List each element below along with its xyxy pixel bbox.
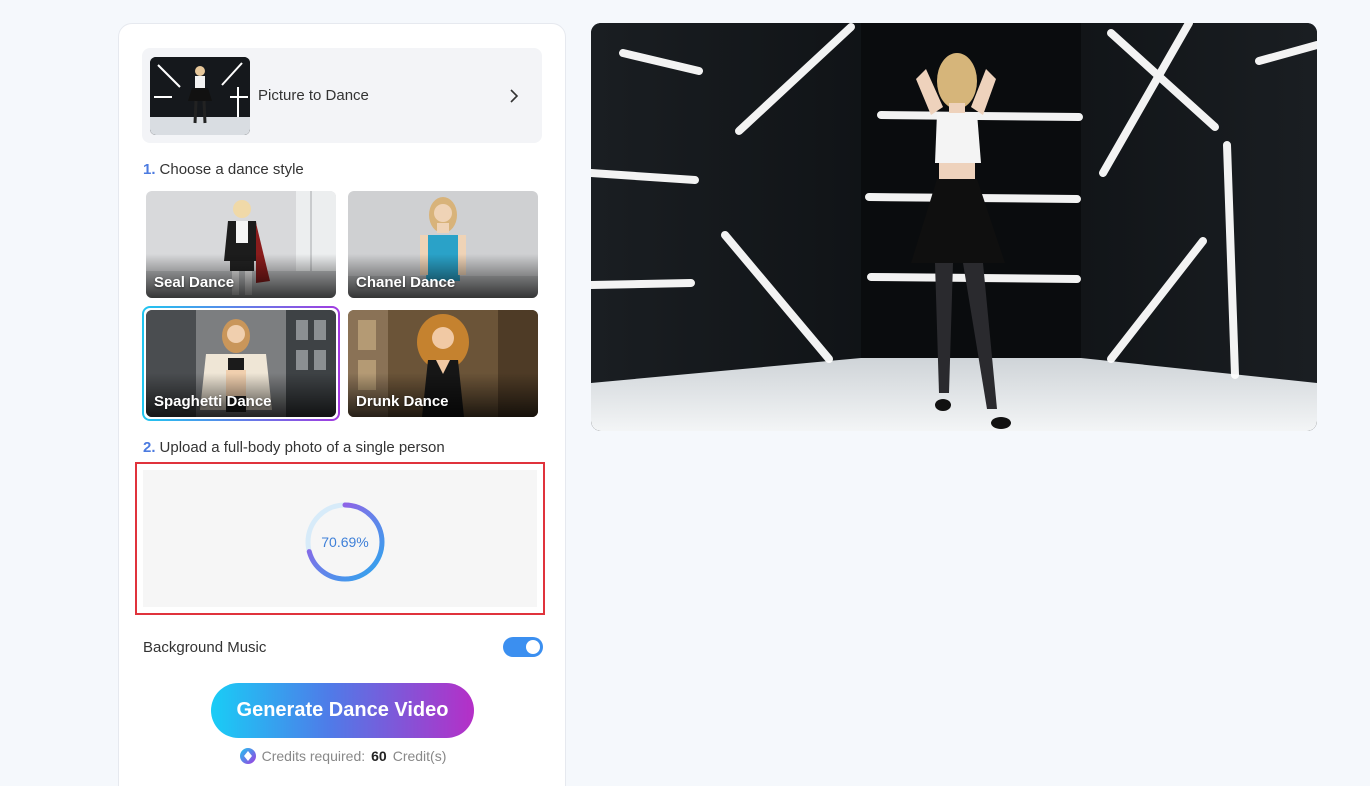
step-1-title: 1. Choose a dance style (143, 161, 304, 178)
chevron-right-icon (510, 88, 519, 103)
page: Picture to Dance 1.Choose a dance style (0, 0, 1370, 786)
style-name: Spaghetti Dance (154, 393, 272, 410)
generate-dance-video-button[interactable]: Generate Dance Video (211, 683, 474, 738)
credits-amount: 60 (371, 748, 387, 764)
upload-inner: 70.69% (143, 470, 537, 607)
dance-style-grid: Seal Dance Chanel Dance Spaghetti Dance … (142, 191, 540, 421)
background-music-row: Background Music (143, 636, 543, 658)
dance-preview-video[interactable] (591, 23, 1317, 431)
credits-info: Credits required: 60 Credit(s) (119, 748, 567, 764)
style-name: Seal Dance (154, 274, 235, 291)
settings-panel: Picture to Dance 1.Choose a dance style (118, 23, 566, 786)
style-card-drunk-dance[interactable]: Drunk Dance (348, 310, 538, 417)
style-card-spaghetti-dance[interactable]: Spaghetti Dance (146, 310, 336, 417)
photo-upload-area[interactable]: 70.69% (135, 462, 545, 615)
preview-scene (591, 23, 1317, 431)
tool-selector[interactable]: Picture to Dance (142, 48, 542, 143)
tool-label: Picture to Dance (258, 87, 369, 104)
credits-suffix: Credit(s) (392, 748, 447, 764)
upload-progress-ring: 70.69% (304, 501, 386, 583)
credit-gem-icon (239, 748, 256, 764)
tool-thumbnail (150, 56, 250, 135)
style-card-chanel-dance[interactable]: Chanel Dance (348, 191, 538, 298)
style-name: Chanel Dance (356, 274, 456, 291)
style-card-seal-dance[interactable]: Seal Dance (146, 191, 336, 298)
style-name: Drunk Dance (356, 393, 449, 410)
background-music-toggle[interactable] (503, 637, 543, 657)
upload-progress-text: 70.69% (321, 534, 369, 550)
step-2-title: 2. Upload a full-body photo of a single p… (143, 439, 445, 456)
credits-prefix: Credits required: (261, 748, 366, 764)
background-music-label: Background Music (143, 638, 267, 656)
toggle-knob (526, 640, 540, 654)
